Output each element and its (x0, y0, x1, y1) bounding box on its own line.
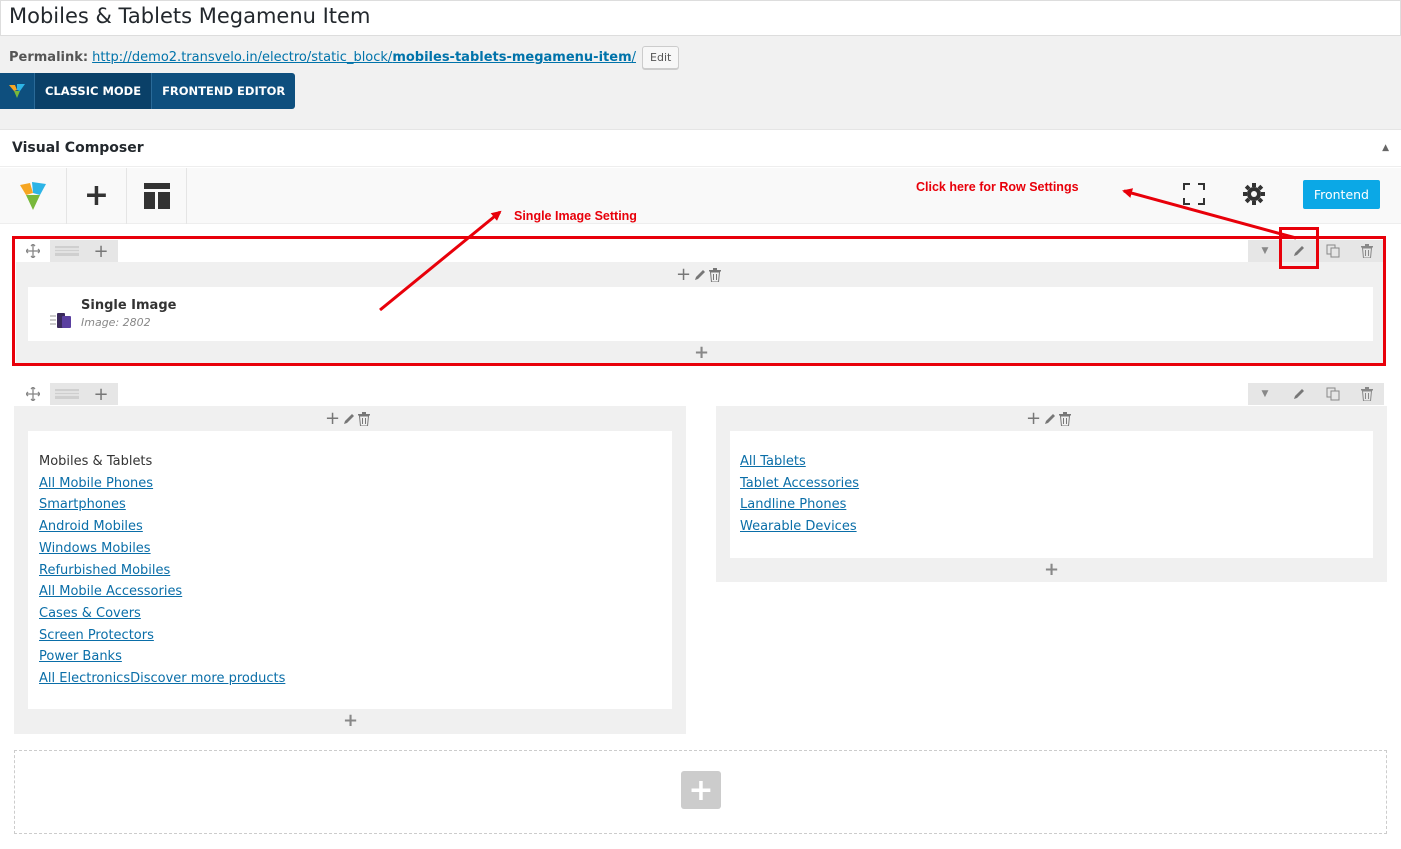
row2-delete-icon[interactable] (1350, 383, 1384, 405)
add-element-button[interactable]: + (67, 168, 127, 224)
row-settings-highlight-box (1279, 227, 1319, 269)
vc-logo-button[interactable] (0, 168, 67, 224)
templates-icon (143, 183, 170, 209)
post-title: Mobiles & Tablets Megamenu Item (9, 4, 371, 28)
left-link[interactable]: Screen Protectors (39, 625, 285, 647)
right-column-delete-icon[interactable] (1059, 411, 1072, 426)
vc-toolbar-logo-icon (20, 182, 46, 210)
left-column-edit-icon[interactable] (342, 412, 356, 426)
row1-highlight-box (12, 236, 1386, 366)
add-new-row-area: + (14, 750, 1387, 834)
row2-move-icon[interactable] (16, 383, 50, 405)
classic-mode-button[interactable]: CLASSIC MODE (35, 73, 152, 109)
right-link[interactable]: Tablet Accessories (740, 473, 859, 495)
right-link[interactable]: All Tablets (740, 451, 859, 473)
left-link[interactable]: Refurbished Mobiles (39, 560, 285, 582)
add-row-button[interactable]: + (681, 771, 721, 809)
row2-layout-icon[interactable] (50, 383, 84, 405)
permalink-label: Permalink: (9, 50, 89, 65)
collapse-toggle-icon[interactable]: ▲ (1382, 143, 1389, 153)
right-column-edit-icon[interactable] (1043, 412, 1057, 426)
left-link[interactable]: Smartphones (39, 494, 285, 516)
templates-button[interactable] (127, 168, 187, 224)
post-title-field[interactable]: Mobiles & Tablets Megamenu Item (0, 0, 1401, 36)
right-link[interactable]: Wearable Devices (740, 516, 859, 538)
right-column-add-icon[interactable]: + (1026, 408, 1041, 429)
row2-left-controls: + (16, 383, 118, 405)
left-link[interactable]: Android Mobiles (39, 516, 285, 538)
single-image-annotation: Single Image Setting (514, 209, 637, 223)
left-column-add-element-icon[interactable]: + (343, 710, 358, 731)
plus-icon: + (83, 178, 110, 213)
vc-mode-bar: CLASSIC MODE FRONTEND EDITOR (0, 73, 296, 109)
left-link[interactable]: All Mobile Accessories (39, 581, 285, 603)
left-link-list: Mobiles & Tablets All Mobile Phones Smar… (39, 451, 285, 690)
row2-right-controls: ▼ (1248, 383, 1384, 405)
row2-edit-pencil-icon[interactable] (1282, 383, 1316, 405)
left-link[interactable]: Windows Mobiles (39, 538, 285, 560)
left-link[interactable]: All ElectronicsDiscover more products (39, 668, 285, 690)
row-settings-annotation: Click here for Row Settings (916, 180, 1079, 194)
right-link[interactable]: Landline Phones (740, 494, 859, 516)
permalink-edit-button[interactable]: Edit (642, 46, 680, 69)
right-link-list: All Tablets Tablet Accessories Landline … (740, 451, 859, 538)
row2-add-column-icon[interactable]: + (84, 383, 118, 405)
permalink-row: Permalink: http://demo2.transvelo.in/ele… (9, 46, 680, 69)
row2-toggle-icon[interactable]: ▼ (1248, 383, 1282, 405)
left-column-delete-icon[interactable] (358, 411, 371, 426)
vc-toolbar: + Frontend (0, 168, 1401, 224)
left-list-heading: Mobiles & Tablets (39, 454, 153, 469)
fullscreen-icon[interactable] (1182, 182, 1206, 206)
left-link[interactable]: Power Banks (39, 646, 285, 668)
row2-clone-icon[interactable] (1316, 383, 1350, 405)
frontend-editor-button[interactable]: FRONTEND EDITOR (152, 73, 295, 109)
vc-panel-title: Visual Composer (12, 140, 144, 156)
left-link[interactable]: Cases & Covers (39, 603, 285, 625)
vc-panel-header[interactable]: Visual Composer ▲ (0, 130, 1401, 167)
left-link[interactable]: All Mobile Phones (39, 473, 285, 495)
row2-left-column-controls: + (325, 408, 371, 429)
permalink-link[interactable]: http://demo2.transvelo.in/electro/static… (92, 50, 636, 65)
frontend-button[interactable]: Frontend (1302, 180, 1380, 209)
right-column-add-element-icon[interactable]: + (1044, 559, 1059, 580)
left-column-add-icon[interactable]: + (325, 408, 340, 429)
vc-logo-icon (0, 73, 35, 109)
settings-gear-icon[interactable] (1242, 182, 1266, 206)
row2-right-column-controls: + (1026, 408, 1072, 429)
